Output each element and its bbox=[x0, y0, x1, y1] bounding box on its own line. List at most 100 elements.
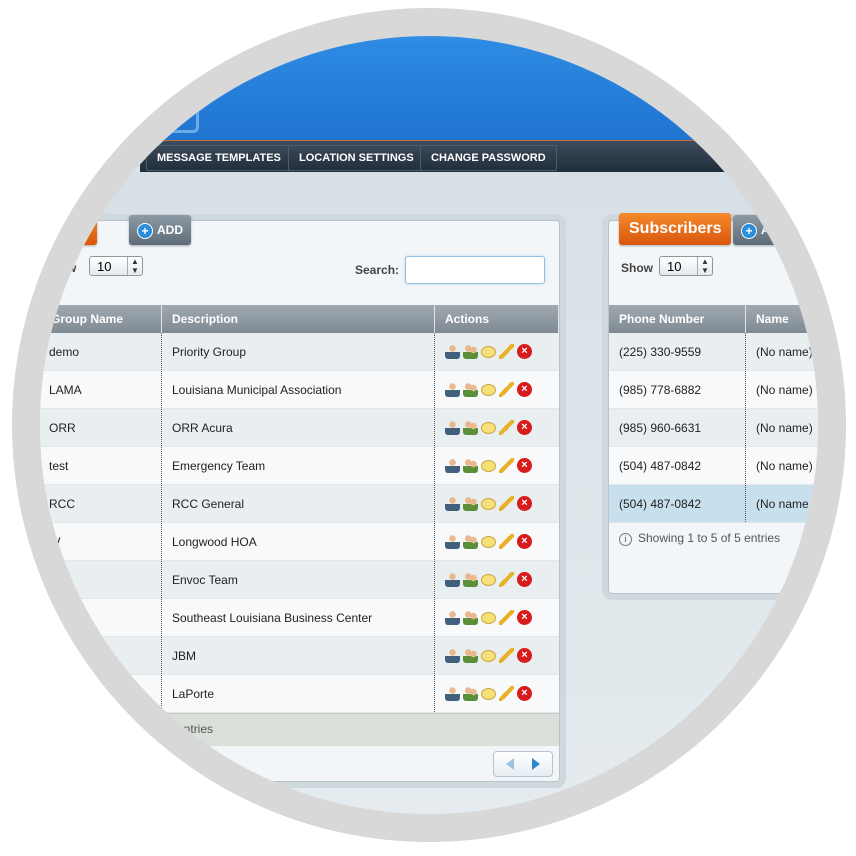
table-row[interactable]: demo Priority Group × bbox=[40, 333, 559, 371]
group-name-cell bbox=[40, 636, 162, 675]
column-name[interactable]: Name bbox=[745, 305, 818, 333]
user-icon[interactable] bbox=[445, 420, 460, 436]
group-name-cell bbox=[40, 598, 162, 637]
phone-number-cell: (985) 778-6882 bbox=[609, 370, 746, 409]
table-row[interactable]: W Longwood HOA × bbox=[40, 522, 559, 561]
group-name-cell: test bbox=[40, 446, 162, 485]
column-phone-number[interactable]: Phone Number bbox=[609, 305, 746, 333]
message-icon[interactable] bbox=[481, 383, 496, 396]
users-icon[interactable] bbox=[463, 458, 478, 474]
table-row[interactable]: LAMA Louisiana Municipal Association × bbox=[40, 370, 559, 409]
users-icon[interactable] bbox=[463, 420, 478, 436]
message-icon[interactable] bbox=[481, 345, 496, 358]
users-icon[interactable] bbox=[463, 648, 478, 664]
message-icon[interactable] bbox=[481, 459, 496, 472]
group-actions-cell: × bbox=[434, 560, 559, 599]
message-icon[interactable] bbox=[481, 649, 496, 662]
delete-icon[interactable]: × bbox=[517, 420, 532, 436]
group-description-cell: Envoc Team bbox=[161, 560, 435, 599]
groups-page-size-select[interactable]: 10 ▲ ▼ bbox=[89, 256, 143, 276]
table-row[interactable]: (504) 487-0842 (No name) bbox=[609, 446, 818, 485]
table-row[interactable]: Southeast Louisiana Business Center × bbox=[40, 598, 559, 637]
nav-message-templates[interactable]: MESSAGE TEMPLATES bbox=[146, 145, 292, 171]
groups-show-label: w bbox=[67, 261, 77, 275]
add-group-button[interactable]: + ADD bbox=[129, 215, 191, 245]
users-icon[interactable] bbox=[463, 686, 478, 702]
prev-arrow-icon[interactable] bbox=[506, 758, 514, 770]
column-description[interactable]: Description bbox=[161, 305, 435, 333]
user-icon[interactable] bbox=[445, 534, 460, 550]
group-actions-cell: × bbox=[434, 674, 559, 713]
delete-icon[interactable]: × bbox=[517, 382, 532, 398]
edit-icon[interactable] bbox=[499, 382, 514, 398]
info-icon: i bbox=[619, 533, 632, 546]
message-icon[interactable] bbox=[481, 497, 496, 510]
users-icon[interactable] bbox=[463, 572, 478, 588]
group-actions-cell: × bbox=[434, 333, 559, 371]
add-subscriber-button[interactable]: + A bbox=[733, 215, 778, 245]
nav-location-settings[interactable]: LOCATION SETTINGS bbox=[288, 145, 425, 171]
table-row[interactable]: n Envoc Team × bbox=[40, 560, 559, 599]
user-icon[interactable] bbox=[445, 344, 460, 360]
delete-icon[interactable]: × bbox=[517, 344, 532, 360]
table-row[interactable]: test Emergency Team × bbox=[40, 446, 559, 485]
user-icon[interactable] bbox=[445, 382, 460, 398]
user-icon[interactable] bbox=[445, 648, 460, 664]
subscribers-panel-title: Subscribers bbox=[619, 213, 732, 245]
table-row[interactable]: (504) 487-0842 (No name bbox=[609, 484, 818, 523]
message-icon[interactable] bbox=[481, 421, 496, 434]
group-description-cell: LaPorte bbox=[161, 674, 435, 713]
delete-icon[interactable]: × bbox=[517, 648, 532, 664]
message-icon[interactable] bbox=[481, 573, 496, 586]
table-row[interactable]: JBM × bbox=[40, 636, 559, 675]
user-icon[interactable] bbox=[445, 686, 460, 702]
edit-icon[interactable] bbox=[499, 572, 514, 588]
message-icon[interactable] bbox=[481, 535, 496, 548]
nav-change-password[interactable]: CHANGE PASSWORD bbox=[420, 145, 557, 171]
users-icon[interactable] bbox=[463, 496, 478, 512]
edit-icon[interactable] bbox=[499, 610, 514, 626]
edit-icon[interactable] bbox=[499, 534, 514, 550]
edit-icon[interactable] bbox=[499, 496, 514, 512]
table-row[interactable]: (985) 778-6882 (No name) bbox=[609, 370, 818, 409]
app-header bbox=[40, 36, 818, 140]
edit-icon[interactable] bbox=[499, 344, 514, 360]
delete-icon[interactable]: × bbox=[517, 534, 532, 550]
groups-panel-title: ups bbox=[49, 213, 98, 245]
user-icon[interactable] bbox=[445, 610, 460, 626]
subscribers-page-size-select[interactable]: 10 ▲ ▼ bbox=[659, 256, 713, 276]
user-icon[interactable] bbox=[445, 458, 460, 474]
delete-icon[interactable]: × bbox=[517, 496, 532, 512]
delete-icon[interactable]: × bbox=[517, 572, 532, 588]
user-icon[interactable] bbox=[445, 496, 460, 512]
delete-icon[interactable]: × bbox=[517, 458, 532, 474]
users-icon[interactable] bbox=[463, 344, 478, 360]
column-group-name[interactable]: Group Name bbox=[40, 305, 162, 333]
edit-icon[interactable] bbox=[499, 458, 514, 474]
users-icon[interactable] bbox=[463, 610, 478, 626]
subscriber-name-cell: (No name) bbox=[745, 333, 818, 371]
edit-icon[interactable] bbox=[499, 648, 514, 664]
next-arrow-icon[interactable] bbox=[532, 758, 540, 770]
groups-search-input[interactable] bbox=[405, 256, 545, 284]
subscriber-name-cell: (No name) bbox=[745, 446, 818, 485]
content-area: ups + ADD w 10 ▲ ▼ Search: Group Name Desc… bbox=[40, 172, 818, 814]
table-row[interactable]: RCC RCC General × bbox=[40, 484, 559, 523]
delete-icon[interactable]: × bbox=[517, 610, 532, 626]
table-row[interactable]: (225) 330-9559 (No name) bbox=[609, 333, 818, 371]
message-icon[interactable] bbox=[481, 611, 496, 624]
edit-icon[interactable] bbox=[499, 686, 514, 702]
delete-icon[interactable]: × bbox=[517, 686, 532, 702]
table-row[interactable]: LaPorte × bbox=[40, 674, 559, 713]
group-description-cell: Priority Group bbox=[161, 333, 435, 371]
table-row[interactable]: ORR ORR Acura × bbox=[40, 408, 559, 447]
message-icon[interactable] bbox=[481, 687, 496, 700]
edit-icon[interactable] bbox=[499, 420, 514, 436]
users-icon[interactable] bbox=[463, 534, 478, 550]
groups-pager[interactable] bbox=[493, 751, 553, 777]
users-icon[interactable] bbox=[463, 382, 478, 398]
table-row[interactable]: (985) 960-6631 (No name) bbox=[609, 408, 818, 447]
group-name-cell: LAMA bbox=[40, 370, 162, 409]
group-description-cell: Emergency Team bbox=[161, 446, 435, 485]
user-icon[interactable] bbox=[445, 572, 460, 588]
